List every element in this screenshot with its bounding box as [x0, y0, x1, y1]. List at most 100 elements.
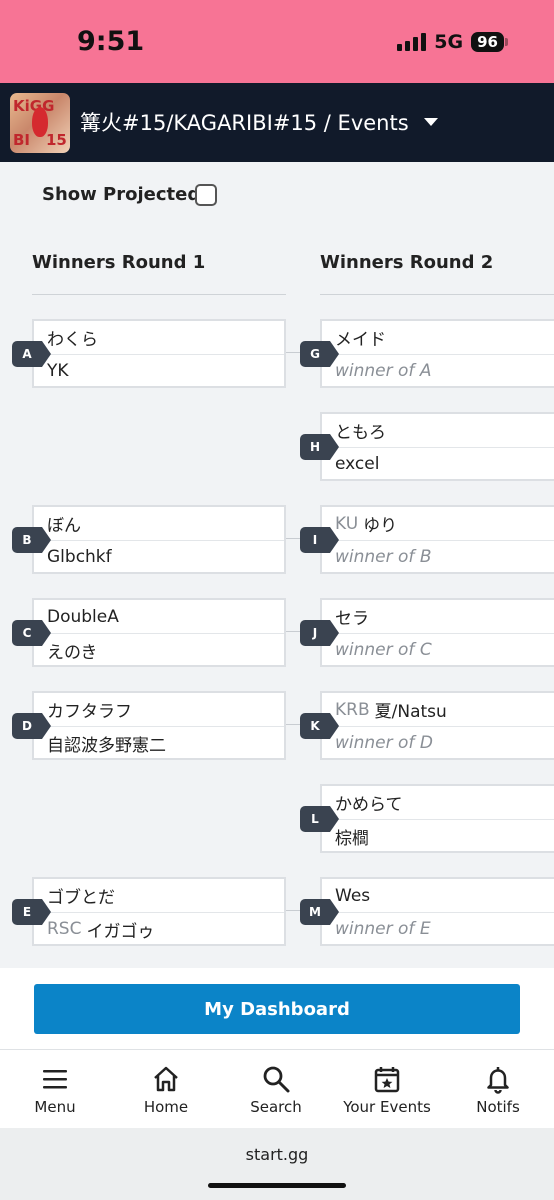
home-icon: [154, 1066, 178, 1092]
round-title-winners-2: Winners Round 2: [320, 252, 494, 273]
match-card[interactable]: KU ゆり winner of B: [320, 505, 554, 574]
nav-search[interactable]: Search: [221, 1050, 331, 1129]
menu-icon: [43, 1070, 67, 1089]
bell-icon: [487, 1067, 509, 1094]
network-type: 5G: [434, 31, 464, 53]
player-slot[interactable]: KU ゆり: [322, 507, 554, 540]
app-header: KiGG BI 15 篝火#15/KAGARIBI#15 / Events: [0, 83, 554, 162]
round-divider: [32, 294, 286, 295]
player-slot[interactable]: かめらて: [322, 786, 554, 819]
player-name: ゴブとだ: [47, 888, 115, 908]
match-card[interactable]: カフタラフ自認波多野憲二: [32, 691, 286, 760]
player-slot[interactable]: KRB 夏/Natsu: [322, 693, 554, 726]
match-identifier-badge: I: [300, 527, 339, 553]
nav-label: Home: [143, 1098, 189, 1116]
nav-your-events[interactable]: Your Events: [332, 1050, 442, 1129]
url-text: start.gg: [245, 1145, 309, 1164]
chevron-down-icon[interactable]: [424, 118, 438, 126]
bottom-nav: Menu Home Search Your Events Notifs: [0, 1049, 554, 1128]
match-card[interactable]: ゴブとだ RSC イガゴゥ: [32, 877, 286, 946]
player-slot[interactable]: excel: [322, 447, 554, 480]
battery-icon: 96: [471, 32, 504, 52]
player-name: 棕櫚: [335, 828, 369, 849]
nav-menu[interactable]: Menu: [0, 1050, 110, 1129]
player-slot[interactable]: winner of D: [322, 726, 554, 759]
player-slot[interactable]: Wes: [322, 879, 554, 912]
player-slot[interactable]: DoubleA: [34, 600, 284, 633]
player-slot[interactable]: ぼん: [34, 507, 284, 540]
calendar-star-icon: [374, 1067, 400, 1093]
player-slot[interactable]: Glbchkf: [34, 540, 284, 573]
match-card[interactable]: ともろ excel: [320, 412, 554, 481]
match-identifier-badge: M: [300, 899, 339, 925]
player-name: ぼん: [47, 516, 81, 536]
player-slot[interactable]: winner of A: [322, 354, 554, 387]
show-projected-checkbox[interactable]: [195, 184, 217, 206]
player-slot[interactable]: YK: [34, 354, 284, 387]
match-identifier-badge: E: [12, 899, 51, 925]
my-dashboard-button[interactable]: My Dashboard: [34, 984, 520, 1034]
player-slot[interactable]: winner of C: [322, 633, 554, 666]
player-slot[interactable]: 自認波多野憲二: [34, 726, 284, 759]
match-card[interactable]: わくら YK: [32, 319, 286, 388]
player-name: カフタラフ: [47, 702, 132, 722]
match-card[interactable]: セラ winner of C: [320, 598, 554, 667]
nav-home[interactable]: Home: [111, 1050, 221, 1129]
player-name: DoubleA: [47, 606, 119, 627]
player-slot[interactable]: セラ: [322, 600, 554, 633]
show-projected-label: Show Projected: [42, 184, 201, 205]
player-slot[interactable]: ともろ: [322, 414, 554, 447]
nav-label: Menu: [34, 1098, 76, 1116]
player-name: ゆり: [363, 516, 398, 536]
match-identifier-badge: L: [300, 806, 339, 832]
player-name: 自認波多野憲二: [47, 735, 166, 756]
player-name: winner of D: [335, 733, 433, 753]
match-identifier-badge: H: [300, 434, 339, 460]
match-card[interactable]: メイド winner of A: [320, 319, 554, 388]
event-logo[interactable]: KiGG BI 15: [10, 93, 70, 153]
home-indicator[interactable]: [208, 1183, 346, 1188]
player-slot[interactable]: winner of E: [322, 912, 554, 945]
match-card[interactable]: KRB 夏/Natsu winner of D: [320, 691, 554, 760]
player-name: メイド: [335, 330, 386, 350]
player-name: イガゴゥ: [86, 921, 155, 942]
match-identifier-badge: J: [300, 620, 339, 646]
nav-notifs[interactable]: Notifs: [443, 1050, 553, 1129]
match-identifier-badge: B: [12, 527, 51, 553]
round-divider: [320, 294, 554, 295]
match-identifier-badge: A: [12, 341, 51, 367]
player-name: えのき: [47, 642, 98, 663]
match-identifier-badge: D: [12, 713, 51, 739]
player-slot[interactable]: えのき: [34, 633, 284, 666]
browser-url-bar[interactable]: start.gg: [0, 1128, 554, 1200]
player-slot[interactable]: winner of B: [322, 540, 554, 573]
nav-label: Search: [250, 1098, 302, 1116]
status-bar: 9:51 5G 96: [0, 0, 554, 83]
tournament-title[interactable]: 篝火#15/KAGARIBI#15 / Events: [80, 107, 409, 137]
status-time: 9:51: [77, 26, 145, 57]
nav-label: Notifs: [476, 1098, 520, 1116]
player-name: Glbchkf: [47, 547, 112, 567]
match-identifier-badge: G: [300, 341, 339, 367]
player-name: 夏/Natsu: [374, 702, 447, 722]
match-identifier-badge: C: [12, 620, 51, 646]
player-slot[interactable]: ゴブとだ: [34, 879, 284, 912]
match-card[interactable]: Wes winner of E: [320, 877, 554, 946]
match-identifier-badge: K: [300, 713, 339, 739]
player-slot[interactable]: メイド: [322, 321, 554, 354]
player-slot[interactable]: わくら: [34, 321, 284, 354]
player-name: Wes: [335, 885, 371, 906]
player-slot[interactable]: 棕櫚: [322, 819, 554, 852]
player-slot[interactable]: カフタラフ: [34, 693, 284, 726]
search-icon: [263, 1066, 290, 1093]
player-name: わくら: [47, 330, 98, 350]
match-card[interactable]: DoubleA えのき: [32, 598, 286, 667]
match-card[interactable]: ぼん Glbchkf: [32, 505, 286, 574]
player-name: winner of C: [335, 640, 432, 660]
player-name: excel: [335, 454, 380, 474]
player-slot[interactable]: RSC イガゴゥ: [34, 912, 284, 945]
player-name: winner of B: [335, 547, 432, 567]
signal-icon: [397, 33, 427, 51]
match-card[interactable]: かめらて棕櫚: [320, 784, 554, 853]
status-indicators: 5G 96: [397, 31, 508, 53]
